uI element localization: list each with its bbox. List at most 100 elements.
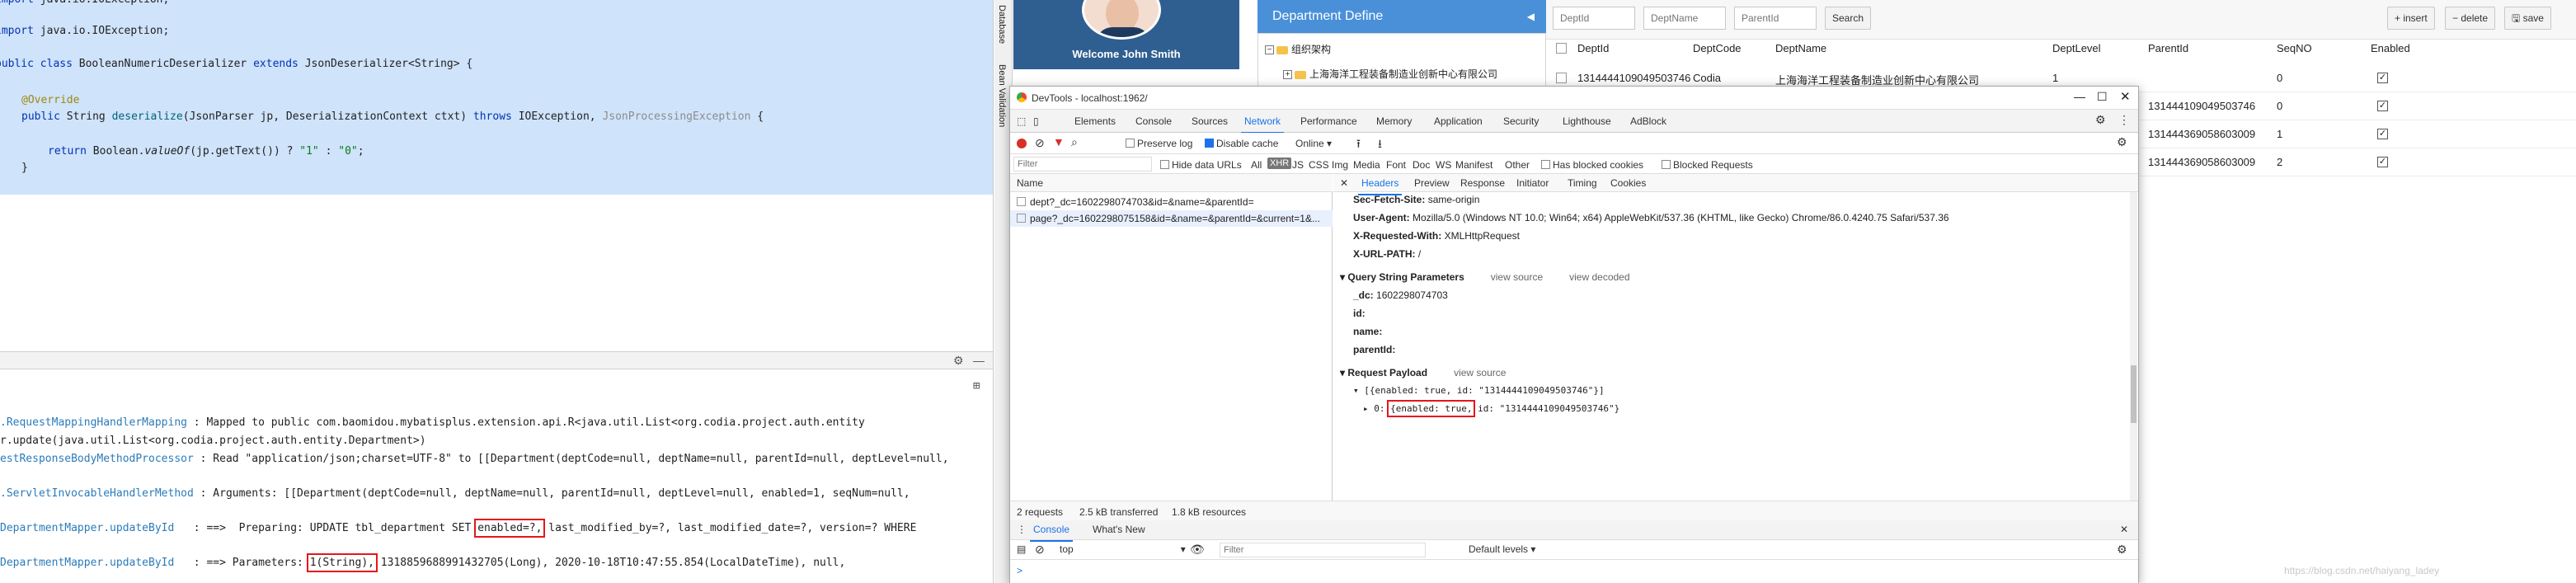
dept-name-filter[interactable] bbox=[1643, 7, 1726, 30]
database-tool-tab[interactable]: Database bbox=[997, 5, 1007, 44]
search-icon[interactable]: ⌕ bbox=[1071, 135, 1078, 149]
clear-console-icon[interactable]: ⊘ bbox=[1035, 543, 1045, 557]
filter-funnel-icon[interactable]: ▼ bbox=[1053, 135, 1065, 148]
code-editor[interactable]: import java.io.IOException; import java.… bbox=[0, 0, 993, 195]
tab-adblock[interactable]: AdBlock bbox=[1630, 115, 1666, 127]
scrollbar-thumb[interactable] bbox=[2131, 365, 2136, 423]
log-levels-select[interactable]: Default levels ▾ bbox=[1469, 543, 1535, 555]
import-har-icon[interactable]: ⭱ bbox=[1356, 135, 1361, 155]
filter-all[interactable]: All bbox=[1251, 159, 1262, 171]
filter-media[interactable]: Media bbox=[1353, 159, 1380, 171]
minimize-window-icon[interactable]: — bbox=[2074, 90, 2085, 103]
tab-memory[interactable]: Memory bbox=[1376, 115, 1412, 127]
detail-tab-initiator[interactable]: Initiator bbox=[1516, 177, 1549, 189]
tab-security[interactable]: Security bbox=[1503, 115, 1539, 127]
collapse-left-icon[interactable]: ◀ bbox=[1527, 0, 1535, 33]
export-har-icon[interactable]: ⭳ bbox=[1378, 135, 1382, 155]
drawer-menu-icon[interactable]: ⋮ bbox=[1017, 524, 1027, 535]
detail-tab-cookies[interactable]: Cookies bbox=[1610, 177, 1646, 189]
detail-scrollbar[interactable] bbox=[2130, 192, 2137, 501]
detail-tab-response[interactable]: Response bbox=[1460, 177, 1505, 189]
filter-font[interactable]: Font bbox=[1386, 159, 1406, 171]
blocked-requests-checkbox[interactable]: Blocked Requests bbox=[1662, 159, 1753, 171]
tab-network[interactable]: Network bbox=[1240, 115, 1285, 134]
layout-icon[interactable]: ⊞ bbox=[973, 379, 980, 393]
has-blocked-cookies-checkbox[interactable]: Has blocked cookies bbox=[1541, 159, 1643, 171]
enabled-checkbox[interactable]: ✓ bbox=[2377, 73, 2388, 83]
gear-icon[interactable]: ⚙ bbox=[953, 354, 964, 368]
filter-ws[interactable]: WS bbox=[1436, 159, 1451, 171]
expand-icon[interactable]: + bbox=[1283, 70, 1292, 80]
column-header[interactable]: DeptLevel bbox=[2052, 42, 2101, 54]
close-drawer-icon[interactable]: ✕ bbox=[2120, 524, 2128, 535]
request-payload-section[interactable]: ▾ Request Payload view source bbox=[1340, 367, 1506, 378]
filter-img[interactable]: Img bbox=[1332, 159, 1348, 171]
console-prompt[interactable]: > bbox=[1017, 565, 1022, 576]
sidebar-toggle-icon[interactable]: ▤ bbox=[1017, 543, 1026, 555]
column-header[interactable]: ParentId bbox=[2148, 42, 2188, 54]
column-header[interactable]: Enabled bbox=[2371, 42, 2410, 54]
insert-button[interactable]: + insert bbox=[2387, 7, 2435, 30]
parent-id-filter[interactable] bbox=[1734, 7, 1817, 30]
dept-id-filter[interactable] bbox=[1553, 7, 1635, 30]
tree-node-company[interactable]: + 上海海洋工程装备制造业创新中心有限公司 bbox=[1283, 67, 1497, 81]
filter-other[interactable]: Other bbox=[1505, 159, 1530, 171]
console-filter-input[interactable] bbox=[1220, 543, 1426, 557]
filter-js[interactable]: JS bbox=[1292, 159, 1304, 171]
record-icon[interactable] bbox=[1017, 139, 1027, 148]
enabled-checkbox[interactable]: ✓ bbox=[2377, 129, 2388, 139]
tab-elements[interactable]: Elements bbox=[1074, 115, 1116, 127]
network-filter-input[interactable] bbox=[1013, 157, 1152, 172]
eye-icon[interactable]: 👁 bbox=[1190, 543, 1205, 557]
filter-manifest[interactable]: Manifest bbox=[1455, 159, 1492, 171]
close-window-icon[interactable]: ✕ bbox=[2120, 89, 2131, 104]
row-checkbox[interactable] bbox=[1556, 73, 1567, 83]
enabled-checkbox[interactable]: ✓ bbox=[2377, 101, 2388, 111]
search-button[interactable]: Search bbox=[1825, 7, 1872, 30]
network-settings-icon[interactable]: ⚙ bbox=[2117, 135, 2127, 149]
minimize-icon[interactable]: — bbox=[973, 354, 985, 367]
column-header[interactable]: DeptName bbox=[1775, 42, 1826, 54]
detail-tab-timing[interactable]: Timing bbox=[1568, 177, 1597, 189]
drawer-tab-whats-new[interactable]: What's New bbox=[1093, 524, 1145, 535]
editor-empty-area[interactable] bbox=[0, 195, 993, 351]
device-toggle-icon[interactable]: ▯ bbox=[1033, 115, 1039, 127]
settings-gear-icon[interactable]: ⚙ bbox=[2095, 113, 2106, 127]
select-all-checkbox[interactable] bbox=[1556, 43, 1567, 54]
maximize-window-icon[interactable]: ☐ bbox=[2097, 90, 2108, 104]
view-source-link[interactable]: view source bbox=[1491, 271, 1543, 283]
enabled-checkbox[interactable]: ✓ bbox=[2377, 157, 2388, 167]
throttling-select[interactable]: Online ▾ bbox=[1295, 138, 1332, 149]
detail-tab-preview[interactable]: Preview bbox=[1414, 177, 1450, 189]
run-console-output[interactable]: ⊞ .RequestMappingHandlerMapping : Mapped… bbox=[0, 369, 993, 583]
column-header[interactable]: DeptId bbox=[1577, 42, 1609, 54]
column-header[interactable]: DeptCode bbox=[1693, 42, 1742, 54]
view-source-link[interactable]: view source bbox=[1454, 367, 1506, 378]
save-button[interactable]: 🖫 save bbox=[2504, 7, 2551, 30]
detail-tab-headers[interactable]: Headers bbox=[1357, 177, 1403, 195]
tab-sources[interactable]: Sources bbox=[1192, 115, 1228, 127]
preserve-log-checkbox[interactable]: Preserve log bbox=[1126, 138, 1192, 149]
filter-css[interactable]: CSS bbox=[1309, 159, 1329, 171]
request-row[interactable]: dept?_dc=1602298074703&id=&name=&parentI… bbox=[1010, 194, 1333, 210]
tab-application[interactable]: Application bbox=[1434, 115, 1483, 127]
request-row[interactable]: page?_dc=1602298075158&id=&name=&parentI… bbox=[1010, 210, 1333, 227]
drawer-tab-console[interactable]: Console bbox=[1029, 524, 1074, 542]
close-detail-icon[interactable]: ✕ bbox=[1340, 177, 1348, 189]
filter-doc[interactable]: Doc bbox=[1413, 159, 1430, 171]
more-options-icon[interactable]: ⋮ bbox=[2118, 113, 2130, 127]
query-params-section[interactable]: ▾ Query String Parameters view source view… bbox=[1340, 271, 1630, 283]
filter-xhr[interactable]: XHR bbox=[1267, 158, 1292, 169]
context-select[interactable]: top ▾ bbox=[1060, 543, 1186, 555]
tab-performance[interactable]: Performance bbox=[1300, 115, 1357, 127]
bean-validation-tool-tab[interactable]: Bean Validation bbox=[997, 64, 1007, 127]
delete-button[interactable]: − delete bbox=[2445, 7, 2496, 30]
collapse-icon[interactable]: − bbox=[1265, 45, 1274, 55]
tree-node-root[interactable]: − 组织架构 bbox=[1265, 42, 1331, 56]
name-column-header[interactable]: Name bbox=[1017, 177, 1043, 189]
inspect-icon[interactable]: ⬚ bbox=[1017, 115, 1026, 127]
hide-data-urls-checkbox[interactable]: Hide data URLs bbox=[1160, 159, 1242, 171]
tab-lighthouse[interactable]: Lighthouse bbox=[1563, 115, 1611, 127]
console-settings-icon[interactable]: ⚙ bbox=[2117, 543, 2127, 557]
clear-icon[interactable]: ⊘ bbox=[1035, 136, 1045, 150]
